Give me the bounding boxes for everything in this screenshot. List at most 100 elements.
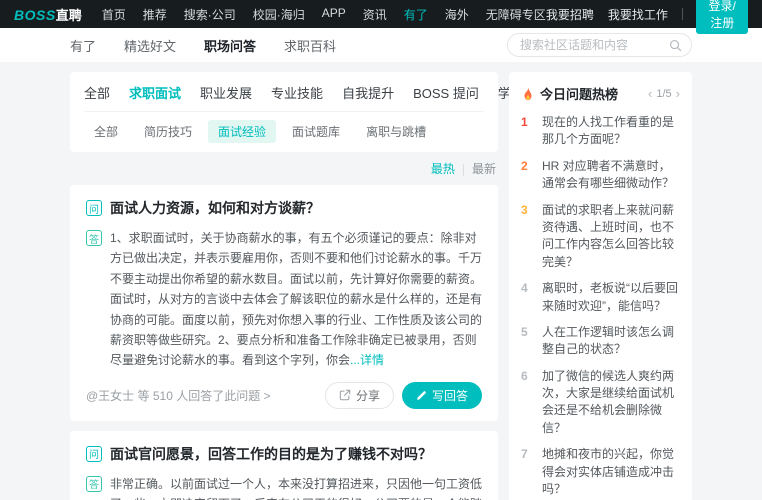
rank-number: 2 (521, 158, 528, 173)
rank-number: 7 (521, 447, 528, 462)
tab-career-growth[interactable]: 职业发展 (200, 83, 252, 102)
vertical-divider (681, 8, 683, 20)
write-answer-label: 写回答 (431, 388, 468, 403)
nav-item-accessibility[interactable]: 无障碍专区 (486, 6, 546, 23)
sidebar: 今日问题热榜 ‹ 1/5 › 1 现在的人找工作看重的是那几个方面呢？ 2 HR… (509, 72, 692, 500)
answer-text: 非常正确。以前面试过一个人，本来没打算招进来，只因他一句工资低了一些，立即决定留… (110, 476, 483, 500)
top-nav: 首页 推荐 搜索·公司 校园·海归 APP 资讯 有了 海外 无障碍专区 (102, 6, 546, 23)
answer-row: 答 1、求职面试时，关于协商薪水的事，有五个必须谨记的要点：除非对方已做出决定，… (86, 228, 482, 371)
nav-item-youle[interactable]: 有了 (404, 6, 428, 23)
hot-question-text: 人在工作逻辑时该怎么调整自己的状态？ (542, 324, 675, 357)
hot-question-list: 1 现在的人找工作看重的是那几个方面呢？ 2 HR 对应聘者不满意时，通常会有哪… (521, 114, 680, 500)
logo-boss-text: BOSS (14, 6, 56, 23)
hot-question-item[interactable]: 5 人在工作逻辑时该怎么调整自己的状态？ (521, 324, 680, 359)
sort-newest[interactable]: 最新 (472, 160, 496, 177)
question-footer: @王女士 等 510 人回答了此问题 > 分享 写回答 (86, 381, 482, 409)
nav-item-app[interactable]: APP (322, 6, 346, 23)
question-feed-column: 全部 求职面试 职业发展 专业技能 自我提升 BOSS 提问 学生求职 全部 简… (70, 72, 550, 500)
secondary-tabs: 全部 简历技巧 面试经验 面试题库 离职与跳槽 (84, 112, 484, 143)
rank-number: 5 (521, 324, 528, 339)
boss-zhipin-logo[interactable]: BOSS 直聘 (14, 5, 82, 24)
nav-item-home[interactable]: 首页 (102, 6, 126, 23)
prev-page-arrow[interactable]: ‹ (648, 87, 652, 100)
hot-question-item[interactable]: 7 地摊和夜市的兴起，你觉得会对实体店铺造成冲击吗？ (521, 446, 680, 498)
job-seek-link[interactable]: 我要找工作 (608, 6, 668, 23)
hot-question-text: 现在的人找工作看重的是那几个方面呢？ (542, 115, 675, 147)
tab-job-interview[interactable]: 求职面试 (129, 83, 181, 102)
hot-board-pagination: ‹ 1/5 › (648, 87, 680, 100)
answer-excerpt: 非常正确。以前面试过一个人，本来没打算招进来，只因他一句工资低了一些，立即决定留… (110, 474, 482, 500)
question-badge-icon: 问 (86, 445, 102, 462)
next-page-arrow[interactable]: › (676, 87, 680, 100)
sort-divider: | (461, 161, 465, 176)
nav-item-search-company[interactable]: 搜索·公司 (184, 6, 236, 23)
detail-link[interactable]: ...详情 (350, 353, 384, 367)
primary-tabs: 全部 求职面试 职业发展 专业技能 自我提升 BOSS 提问 学生求职 (84, 81, 550, 112)
community-subnav: 有了 精选好文 职场问答 求职百科 (0, 28, 762, 62)
share-icon (339, 390, 351, 401)
logo-zhipin-text: 直聘 (55, 7, 82, 23)
nav-item-news[interactable]: 资讯 (363, 6, 387, 23)
subnav-item-qa[interactable]: 职场问答 (204, 36, 256, 55)
hot-question-text: 离职时，老板说“以后要回来随时欢迎”，能信吗？ (542, 281, 678, 313)
subnav-item-youle[interactable]: 有了 (70, 36, 96, 55)
hot-question-item[interactable]: 2 HR 对应聘者不满意时，通常会有哪些细微动作？ (521, 158, 680, 193)
answer-text: 1、求职面试时，关于协商薪水的事，有五个必须谨记的要点：除非对方已做出决定，并表… (110, 231, 483, 368)
subnav-item-encyclopedia[interactable]: 求职百科 (284, 36, 336, 55)
search-input[interactable] (507, 33, 692, 57)
rank-number: 4 (521, 281, 528, 296)
top-navbar: BOSS 直聘 首页 推荐 搜索·公司 校园·海归 APP 资讯 有了 海外 无… (0, 0, 762, 34)
answer-excerpt: 1、求职面试时，关于协商薪水的事，有五个必须谨记的要点：除非对方已做出决定，并表… (110, 228, 482, 371)
hot-question-item[interactable]: 3 面试的求职者上来就问薪资待遇、上班时间，也不问工作内容怎么回答比较完美？ (521, 202, 680, 272)
subtab-interview-experience[interactable]: 面试经验 (208, 120, 277, 143)
subtab-resignation[interactable]: 离职与跳槽 (356, 120, 436, 143)
rank-number: 3 (521, 202, 528, 217)
nav-item-campus[interactable]: 校园·海归 (253, 6, 305, 23)
fire-icon (524, 87, 532, 100)
sort-bar: 最热 | 最新 (72, 160, 496, 177)
hot-question-text: 加了微信的候选人爽约两次，大家是继续给面试机会还是不给机会删除微信？ (542, 368, 675, 435)
tab-self-improvement[interactable]: 自我提升 (342, 83, 394, 102)
answer-badge-icon: 答 (86, 230, 102, 246)
subtab-all[interactable]: 全部 (84, 120, 128, 143)
pencil-icon (417, 390, 426, 400)
tab-professional-skills[interactable]: 专业技能 (271, 83, 323, 102)
write-answer-button[interactable]: 写回答 (401, 381, 482, 409)
hot-question-text: 面试的求职者上来就问薪资待遇、上班时间，也不问工作内容怎么回答比较完美？ (542, 202, 675, 269)
answer-badge-icon: 答 (86, 475, 102, 492)
question-badge-icon: 问 (86, 200, 102, 216)
question-actions: 分享 写回答 (324, 381, 482, 409)
hot-question-item[interactable]: 1 现在的人找工作看重的是那几个方面呢？ (521, 114, 680, 149)
top-right-links: 我要招聘 我要找工作 登录/注册 (546, 0, 748, 34)
recruit-link[interactable]: 我要招聘 (546, 6, 594, 23)
share-button[interactable]: 分享 (324, 381, 394, 409)
page-indicator: 1/5 (656, 87, 672, 100)
nav-item-recommend[interactable]: 推荐 (143, 6, 167, 23)
question-title[interactable]: 面试人力资源，如何和对方谈薪？ (110, 198, 320, 218)
search-icon[interactable] (669, 39, 682, 57)
subnav-item-articles[interactable]: 精选好文 (124, 36, 176, 55)
question-title-row: 问 面试人力资源，如何和对方谈薪？ (86, 198, 482, 218)
subtab-resume-tips[interactable]: 简历技巧 (134, 120, 202, 143)
hot-question-item[interactable]: 6 加了微信的候选人爽约两次，大家是继续给面试机会还是不给机会删除微信？ (521, 368, 680, 438)
tab-all[interactable]: 全部 (84, 83, 110, 102)
page-content: 全部 求职面试 职业发展 专业技能 自我提升 BOSS 提问 学生求职 全部 简… (0, 62, 762, 500)
answer-row: 答 非常正确。以前面试过一个人，本来没打算招进来，只因他一句工资低了一些，立即决… (86, 474, 482, 500)
nav-item-overseas[interactable]: 海外 (445, 6, 469, 23)
community-search (507, 33, 692, 57)
rank-number: 1 (521, 115, 528, 129)
tab-boss-questions[interactable]: BOSS 提问 (413, 83, 479, 102)
question-card: 问 面试人力资源，如何和对方谈薪？ 答 1、求职面试时，关于协商薪水的事，有五个… (70, 185, 498, 421)
hot-questions-card: 今日问题热榜 ‹ 1/5 › 1 现在的人找工作看重的是那几个方面呢？ 2 HR… (509, 72, 692, 500)
answer-count-link[interactable]: @王女士 等 510 人回答了此问题 > (86, 387, 271, 404)
sort-hottest[interactable]: 最热 (431, 160, 455, 177)
question-title[interactable]: 面试官问愿景，回答工作的目的是为了赚钱不对吗？ (110, 444, 432, 464)
hot-question-item[interactable]: 4 离职时，老板说“以后要回来随时欢迎”，能信吗？ (521, 280, 680, 315)
filter-tabs-card: 全部 求职面试 职业发展 专业技能 自我提升 BOSS 提问 学生求职 全部 简… (70, 72, 550, 152)
subtab-interview-questions[interactable]: 面试题库 (282, 120, 350, 143)
hot-question-text: HR 对应聘者不满意时，通常会有哪些细微动作？ (542, 158, 675, 191)
login-register-button[interactable]: 登录/注册 (696, 0, 748, 34)
question-card: 问 面试官问愿景，回答工作的目的是为了赚钱不对吗？ 答 非常正确。以前面试过一个… (70, 430, 498, 500)
hot-question-text: 地摊和夜市的兴起，你觉得会对实体店铺造成冲击吗？ (542, 447, 675, 497)
share-label: 分享 (355, 388, 380, 403)
